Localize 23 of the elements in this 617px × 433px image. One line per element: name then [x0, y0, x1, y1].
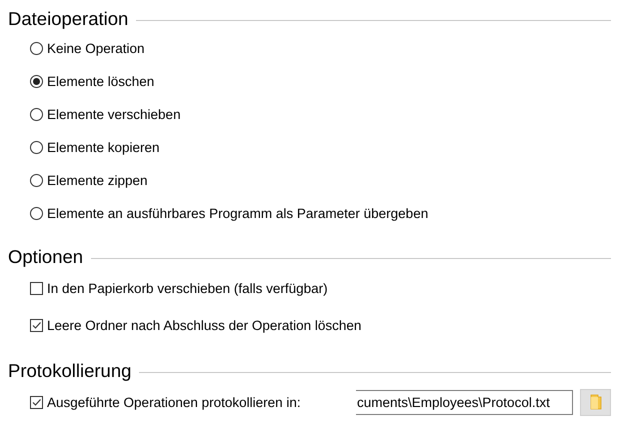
folder-icon — [590, 394, 602, 410]
checkbox[interactable] — [30, 396, 43, 408]
section-title: Dateioperation — [8, 8, 128, 30]
checkbox-label[interactable]: In den Papierkorb verschieben (falls verfügbar) — [47, 281, 328, 296]
radio-button[interactable] — [30, 108, 43, 121]
radio-label[interactable]: Elemente verschieben — [47, 107, 181, 122]
radio-button[interactable] — [30, 207, 43, 220]
section-title: Protokollierung — [8, 360, 132, 382]
section-title: Optionen — [8, 246, 84, 268]
checkbox-label[interactable]: Leere Ordner nach Abschluss der Operation löschen — [47, 318, 362, 333]
radio-label[interactable]: Elemente an ausführbares Programm als Parameter übergeben — [47, 206, 428, 221]
checkbox[interactable] — [30, 319, 43, 332]
checkbox[interactable] — [30, 282, 43, 295]
radio-button[interactable] — [30, 174, 43, 187]
radio-label[interactable]: Elemente zippen — [47, 173, 148, 188]
radio-label[interactable]: Elemente kopieren — [47, 140, 160, 155]
radio-button[interactable] — [30, 75, 43, 88]
radio-button[interactable] — [30, 141, 43, 154]
radio-label[interactable]: Elemente löschen — [47, 74, 154, 89]
radio-button[interactable] — [30, 42, 43, 55]
checkbox-label[interactable]: Ausgeführte Operationen protokollieren in: — [47, 394, 301, 410]
radio-label[interactable]: Keine Operation — [47, 41, 145, 56]
path-field[interactable]: cuments\Employees\Protocol.txt — [356, 390, 573, 414]
